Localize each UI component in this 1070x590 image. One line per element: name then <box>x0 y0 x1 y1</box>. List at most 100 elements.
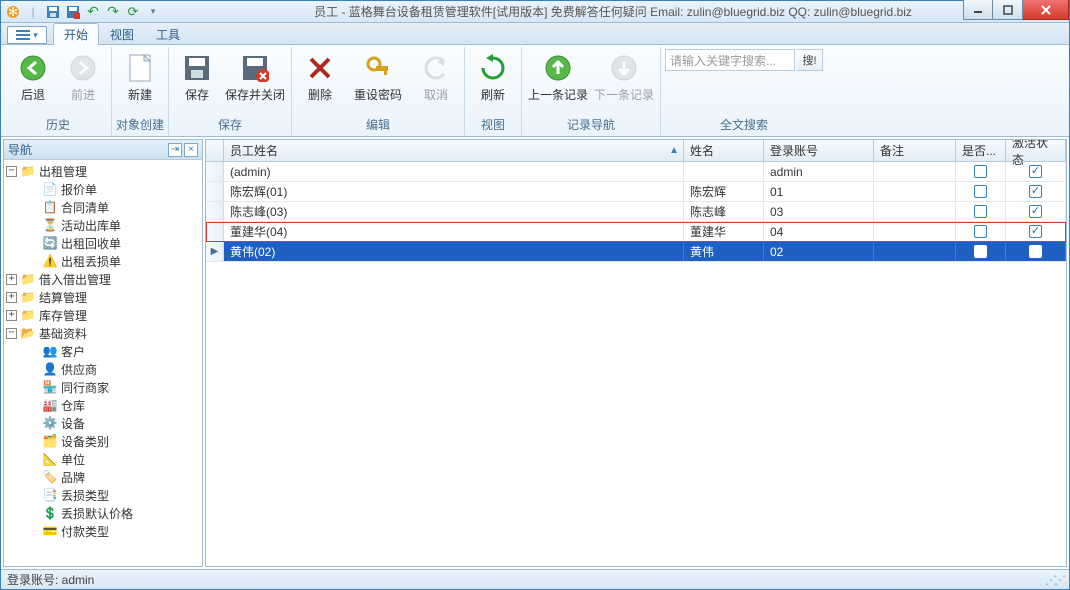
tree-unit[interactable]: 📐单位 <box>4 450 202 468</box>
table-row[interactable]: 董建华(04)董建华04 <box>206 222 1066 242</box>
save-icon[interactable] <box>45 4 61 20</box>
expand-icon[interactable]: + <box>6 310 17 321</box>
doc-icon: 📋 <box>42 199 58 215</box>
cell-active[interactable] <box>1006 222 1066 241</box>
tree-outbound[interactable]: ⏳活动出库单 <box>4 216 202 234</box>
forward-button: 前进 <box>59 49 107 106</box>
checkbox[interactable] <box>974 225 987 238</box>
tree-customer[interactable]: 👥客户 <box>4 342 202 360</box>
expand-icon[interactable]: + <box>6 292 17 303</box>
tree-peer[interactable]: 🏪同行商家 <box>4 378 202 396</box>
redo-icon[interactable]: ↷ <box>105 4 121 20</box>
refresh-small-icon[interactable]: ⟳ <box>125 4 141 20</box>
tab-tools[interactable]: 工具 <box>145 23 191 45</box>
resize-grip-icon[interactable]: ⋰⋰ <box>1045 573 1063 587</box>
tree-settle[interactable]: +📁结算管理 <box>4 288 202 306</box>
cell-active[interactable] <box>1006 202 1066 221</box>
tree-supplier[interactable]: 👤供应商 <box>4 360 202 378</box>
tree-dmgprice[interactable]: 💲丢损默认价格 <box>4 504 202 522</box>
save-button[interactable]: 保存 <box>173 49 221 106</box>
tree-dmgtype[interactable]: 📑丢损类型 <box>4 486 202 504</box>
checkbox[interactable] <box>1029 205 1042 218</box>
ribbon-group-edit: 删除 重设密码 取消 编辑 <box>292 47 465 136</box>
tab-start[interactable]: 开始 <box>53 23 99 45</box>
expand-icon[interactable]: + <box>6 274 17 285</box>
card-icon: 💲 <box>42 505 58 521</box>
cell-active[interactable] <box>1006 182 1066 201</box>
row-indicator <box>206 162 224 181</box>
checkbox[interactable] <box>1029 225 1042 238</box>
cell-isx[interactable] <box>956 162 1006 181</box>
search-button[interactable]: 搜! <box>797 49 823 71</box>
collapse-icon[interactable]: − <box>6 166 17 177</box>
cell-active[interactable] <box>1006 242 1066 261</box>
grid-body[interactable]: (admin)admin陈宏辉(01)陈宏辉01陈志峰(03)陈志峰03董建华(… <box>206 162 1066 566</box>
cell-isx[interactable] <box>956 242 1006 261</box>
qat-dropdown-icon[interactable]: ▾ <box>145 4 161 20</box>
cell-isx[interactable] <box>956 222 1006 241</box>
tree-device[interactable]: ⚙️设备 <box>4 414 202 432</box>
table-row[interactable]: (admin)admin <box>206 162 1066 182</box>
tree-rent[interactable]: −📁出租管理 <box>4 162 202 180</box>
checkbox[interactable] <box>974 245 987 258</box>
qat-sep-icon: | <box>25 4 41 20</box>
tree-paytype[interactable]: 💳付款类型 <box>4 522 202 540</box>
tree-recycle[interactable]: 🔄出租回收单 <box>4 234 202 252</box>
col-name[interactable]: 姓名 <box>684 140 764 161</box>
prev-record-button[interactable]: 上一条记录 <box>526 49 590 106</box>
save-close-icon[interactable] <box>65 4 81 20</box>
row-indicator <box>206 222 224 241</box>
file-menu-button[interactable]: ▾ <box>7 26 47 44</box>
col-remark[interactable]: 备注 <box>874 140 956 161</box>
checkbox[interactable] <box>974 165 987 178</box>
nav-tree[interactable]: −📁出租管理 📄报价单 📋合同清单 ⏳活动出库单 🔄出租回收单 ⚠️出租丢损单 … <box>4 160 202 566</box>
tree-base[interactable]: −📂基础资料 <box>4 324 202 342</box>
nav-close-button[interactable]: × <box>184 143 198 157</box>
col-account[interactable]: 登录账号 <box>764 140 874 161</box>
cell-empname: 黄伟(02) <box>224 242 684 261</box>
minimize-button[interactable] <box>963 0 993 20</box>
table-row[interactable]: ▶黄伟(02)黄伟02 <box>206 242 1066 262</box>
maximize-button[interactable] <box>993 0 1023 20</box>
tree-stock[interactable]: +📁库存管理 <box>4 306 202 324</box>
close-button[interactable] <box>1023 0 1069 20</box>
col-empname[interactable]: 员工姓名▲ <box>224 140 684 161</box>
tree-devcat[interactable]: 🗂️设备类别 <box>4 432 202 450</box>
tree-quote[interactable]: 📄报价单 <box>4 180 202 198</box>
col-active[interactable]: 激活状态 <box>1006 140 1066 161</box>
new-button[interactable]: 新建 <box>116 49 164 106</box>
checkbox[interactable] <box>1029 245 1042 258</box>
tree-brand[interactable]: 🏷️品牌 <box>4 468 202 486</box>
reset-password-button[interactable]: 重设密码 <box>346 49 410 106</box>
ribbon-group-recordnav: 上一条记录 下一条记录 记录导航 <box>522 47 661 136</box>
cell-account: 02 <box>764 242 874 261</box>
cell-isx[interactable] <box>956 202 1006 221</box>
tab-view[interactable]: 视图 <box>99 23 145 45</box>
tree-damage[interactable]: ⚠️出租丢损单 <box>4 252 202 270</box>
ribbon-group-history: 后退 前进 历史 <box>5 47 112 136</box>
search-input[interactable]: 请输入关键字搜索... <box>665 49 795 71</box>
cell-account: 03 <box>764 202 874 221</box>
delete-button[interactable]: 删除 <box>296 49 344 106</box>
save-close-button[interactable]: 保存并关闭 <box>223 49 287 106</box>
tree-warehouse[interactable]: 🏭仓库 <box>4 396 202 414</box>
tree-borrow[interactable]: +📁借入借出管理 <box>4 270 202 288</box>
cell-isx[interactable] <box>956 182 1006 201</box>
collapse-icon[interactable]: − <box>6 328 17 339</box>
app-icon[interactable]: ✻ <box>5 4 21 20</box>
refresh-button[interactable]: 刷新 <box>469 49 517 106</box>
checkbox[interactable] <box>974 185 987 198</box>
back-button[interactable]: 后退 <box>9 49 57 106</box>
checkbox[interactable] <box>974 205 987 218</box>
checkbox[interactable] <box>1029 185 1042 198</box>
table-row[interactable]: 陈宏辉(01)陈宏辉01 <box>206 182 1066 202</box>
card-icon: 💳 <box>42 523 58 539</box>
undo-icon[interactable]: ↶ <box>85 4 101 20</box>
grid-header: 员工姓名▲ 姓名 登录账号 备注 是否... 激活状态 <box>206 140 1066 162</box>
tree-contract[interactable]: 📋合同清单 <box>4 198 202 216</box>
cell-empname: 陈志峰(03) <box>224 202 684 221</box>
nav-pin-button[interactable]: ⇥ <box>168 143 182 157</box>
table-row[interactable]: 陈志峰(03)陈志峰03 <box>206 202 1066 222</box>
col-isx[interactable]: 是否... <box>956 140 1006 161</box>
cell-account: 01 <box>764 182 874 201</box>
